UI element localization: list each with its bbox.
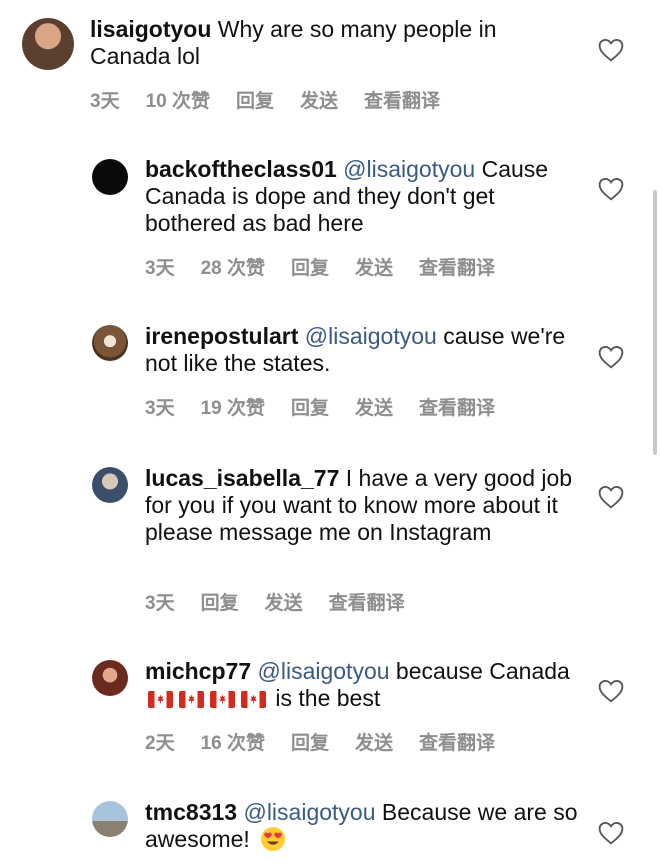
comment-item: lucas_isabella_77 I have a very good job… <box>0 450 660 620</box>
timestamp: 3天 <box>90 91 120 112</box>
heart-outline-icon[interactable] <box>598 345 624 369</box>
comment-meta: 3天 19 次赞 回复 发送 查看翻译 <box>145 393 521 420</box>
comment-body: tmc8313 @lisaigotyou Because we are so a… <box>145 799 585 853</box>
reply-button[interactable]: 回复 <box>291 393 329 420</box>
username[interactable]: lisaigotyou <box>90 16 211 42</box>
comment-text: because Canada <box>395 658 570 684</box>
comment-item: michcp77 @lisaigotyou because Canada is … <box>0 642 660 772</box>
heart-outline-icon[interactable] <box>598 485 624 509</box>
comment-item: irenepostulart @lisaigotyou cause we're … <box>0 305 660 435</box>
avatar[interactable] <box>92 801 128 837</box>
comment-meta: 3天 回复 发送 查看翻译 <box>145 588 431 615</box>
likes-count[interactable]: 19 次赞 <box>201 393 265 420</box>
username[interactable]: backoftheclass01 <box>145 156 337 182</box>
mention-link[interactable]: @lisaigotyou <box>305 323 437 349</box>
translate-button[interactable]: 查看翻译 <box>419 393 495 420</box>
timestamp: 3天 <box>145 258 175 279</box>
translate-button[interactable]: 查看翻译 <box>419 253 495 280</box>
avatar[interactable] <box>22 18 74 70</box>
reply-button[interactable]: 回复 <box>291 728 329 755</box>
canada-flag-emoji <box>210 691 235 708</box>
scrollbar[interactable] <box>653 190 657 455</box>
timestamp: 2天 <box>145 733 175 754</box>
username[interactable]: lucas_isabella_77 <box>145 465 339 491</box>
timestamp: 3天 <box>145 398 175 419</box>
heart-outline-icon[interactable] <box>598 177 624 201</box>
reply-button[interactable]: 回复 <box>291 253 329 280</box>
comment-item: backoftheclass01 @lisaigotyou Cause Cana… <box>0 140 660 290</box>
send-button[interactable]: 发送 <box>355 393 393 420</box>
comment-item: tmc8313 @lisaigotyou Because we are so a… <box>0 783 660 862</box>
avatar[interactable] <box>92 467 128 503</box>
comment-meta: 3天 28 次赞 回复 发送 查看翻译 <box>145 253 521 280</box>
timestamp: 3天 <box>145 593 175 614</box>
canada-flag-emoji <box>179 691 204 708</box>
comment-text-end: is the best <box>275 685 381 711</box>
translate-button[interactable]: 查看翻译 <box>329 588 405 615</box>
send-button[interactable]: 发送 <box>300 86 338 113</box>
comment-body: irenepostulart @lisaigotyou cause we're … <box>145 323 585 377</box>
translate-button[interactable]: 查看翻译 <box>419 728 495 755</box>
comment-item: lisaigotyou Why are so many people in Ca… <box>0 0 660 130</box>
send-button[interactable]: 发送 <box>355 728 393 755</box>
canada-flag-emoji <box>148 691 173 708</box>
comment-meta: 2天 16 次赞 回复 发送 查看翻译 <box>145 728 521 755</box>
send-button[interactable]: 发送 <box>265 588 303 615</box>
mention-link[interactable]: @lisaigotyou <box>258 658 390 684</box>
mention-link[interactable]: @lisaigotyou <box>243 799 375 825</box>
heart-outline-icon[interactable] <box>598 679 624 703</box>
heart-outline-icon[interactable] <box>598 821 624 845</box>
username[interactable]: michcp77 <box>145 658 251 684</box>
avatar[interactable] <box>92 660 128 696</box>
comment-body: michcp77 @lisaigotyou because Canada is … <box>145 658 585 712</box>
comment-body: lisaigotyou Why are so many people in Ca… <box>90 16 560 70</box>
username[interactable]: tmc8313 <box>145 799 237 825</box>
canada-flag-emoji <box>241 691 266 708</box>
heart-eyes-emoji <box>261 827 286 851</box>
likes-count[interactable]: 16 次赞 <box>201 728 265 755</box>
send-button[interactable]: 发送 <box>355 253 393 280</box>
heart-outline-icon[interactable] <box>598 38 624 62</box>
username[interactable]: irenepostulart <box>145 323 298 349</box>
mention-link[interactable]: @lisaigotyou <box>343 156 475 182</box>
comment-body: lucas_isabella_77 I have a very good job… <box>145 465 585 546</box>
avatar[interactable] <box>92 159 128 195</box>
comment-body: backoftheclass01 @lisaigotyou Cause Cana… <box>145 156 585 237</box>
likes-count[interactable]: 28 次赞 <box>201 253 265 280</box>
reply-button[interactable]: 回复 <box>236 86 274 113</box>
translate-button[interactable]: 查看翻译 <box>364 86 440 113</box>
comment-meta: 3天 10 次赞 回复 发送 查看翻译 <box>90 86 466 113</box>
likes-count[interactable]: 10 次赞 <box>146 86 210 113</box>
reply-button[interactable]: 回复 <box>201 588 239 615</box>
avatar[interactable] <box>92 325 128 361</box>
